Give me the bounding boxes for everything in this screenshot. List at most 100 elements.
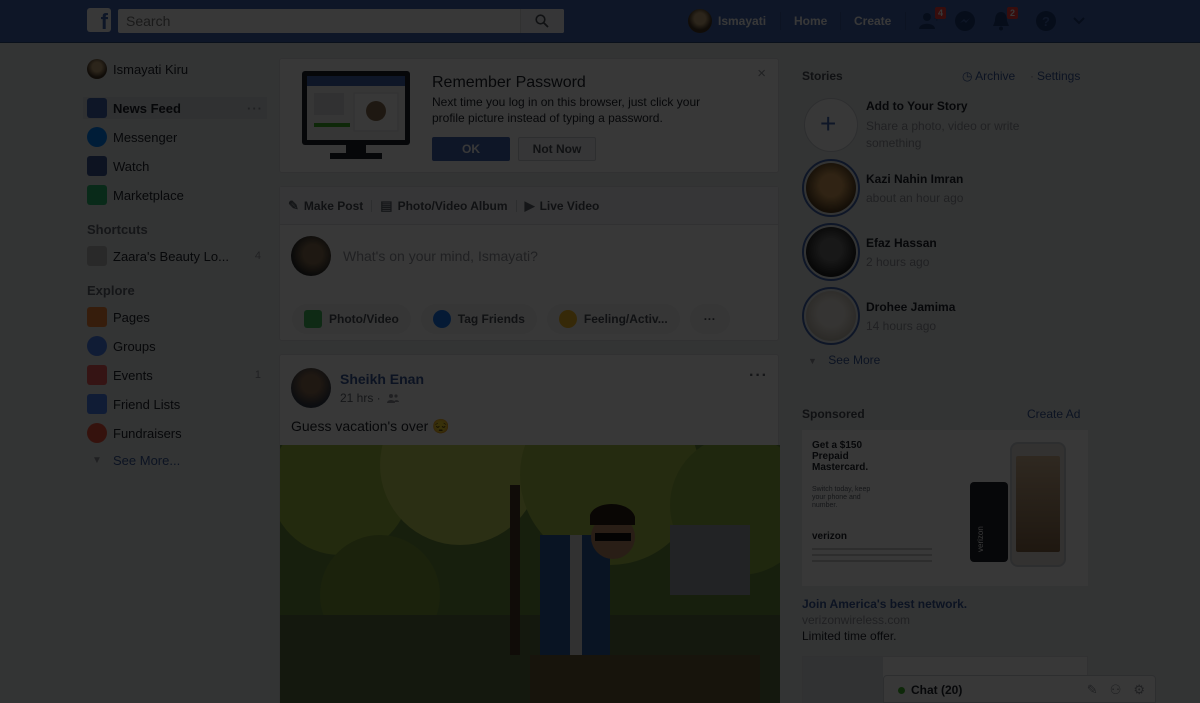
close-icon[interactable]: × [757, 65, 766, 82]
sidebar-item-label: Marketplace [113, 187, 184, 203]
sidebar-item-label: Watch [113, 158, 150, 174]
gear-icon[interactable]: ⚙ [1133, 682, 1145, 698]
add-to-story-title[interactable]: Add to Your Story [866, 99, 968, 113]
not-now-button[interactable]: Not Now [518, 137, 596, 161]
ad-headline: Get a $150 Prepaid Mastercard. [812, 440, 869, 473]
sidebar-item-groups[interactable]: Groups [87, 335, 267, 357]
smiley-icon [558, 310, 577, 328]
sidebar-item-count: 1 [254, 369, 261, 381]
sidebar-item-messenger[interactable]: Messenger [87, 126, 267, 148]
divider [840, 12, 841, 30]
ad-brand: verizon [812, 531, 848, 542]
sidebar-item-label: Groups [113, 338, 156, 354]
profile-link[interactable]: Ismayati [688, 9, 766, 33]
home-link[interactable]: Home [794, 14, 827, 28]
ad-image[interactable]: Get a $150 Prepaid Mastercard. Switch to… [802, 430, 1088, 586]
create-ad-link[interactable]: Create Ad [1027, 407, 1080, 421]
friends-audience-icon [387, 394, 400, 403]
sidebar-item-events[interactable]: Events 1 [87, 364, 267, 386]
avatar [291, 236, 331, 276]
ad-small-text: Switch today, keep your phone and number… [812, 486, 871, 509]
remember-password-card: Remember Password Next time you log in o… [279, 58, 779, 173]
chat-actions: ✎ ⚇ ⚙ [1087, 682, 1145, 698]
tab-live-video[interactable]: ▶ Live Video [525, 198, 600, 214]
post-photo[interactable] [280, 445, 780, 703]
divider [905, 12, 906, 30]
story-name[interactable]: Efaz Hassan [866, 236, 937, 250]
album-icon: ▤ [380, 197, 393, 213]
ad-text-line [812, 560, 932, 562]
post-timestamp[interactable]: 21 hrs · [340, 391, 400, 405]
more-options-icon[interactable]: ··· [247, 101, 263, 116]
events-calendar-icon [87, 365, 107, 385]
story-avatar[interactable] [802, 287, 860, 345]
sidebar-item-label: Events [113, 367, 153, 383]
more-options-button[interactable]: ··· [689, 304, 730, 334]
archive-link[interactable]: ◷ Archive [962, 69, 1015, 83]
sidebar-item-pages[interactable]: Pages [87, 306, 267, 328]
ad-text-line [812, 554, 932, 556]
sidebar-item-marketplace[interactable]: Marketplace [87, 184, 267, 206]
tag-friends-button[interactable]: Tag Friends [420, 304, 537, 334]
chevron-down-icon[interactable] [1072, 14, 1094, 36]
story-name[interactable]: Drohee Jamima [866, 300, 955, 314]
archive-clock-icon: ◷ [962, 69, 973, 83]
add-story-button[interactable]: + [804, 98, 858, 152]
avatar[interactable] [291, 368, 331, 408]
tab-photo-video-album[interactable]: ▤ Photo/Video Album [380, 198, 507, 214]
sidebar-item-fundraisers[interactable]: Fundraisers [87, 422, 267, 444]
map-thumbnail [803, 657, 883, 703]
chat-bar[interactable]: Chat (20) ✎ ⚇ ⚙ [883, 675, 1156, 703]
facebook-logo-icon[interactable]: f [87, 8, 111, 32]
sidebar-item-watch[interactable]: Watch [87, 155, 267, 177]
sidebar-profile-link[interactable]: Ismayati Kiru [87, 58, 267, 80]
news-feed-icon [87, 98, 107, 118]
notifications-badge: 2 [1006, 7, 1018, 19]
story-avatar[interactable] [802, 159, 860, 217]
sidebar-see-more[interactable]: ▼ See More... [87, 449, 267, 471]
profile-name: Ismayati [718, 14, 767, 28]
help-icon[interactable]: ? [1035, 10, 1057, 32]
see-more-label: See More... [113, 452, 181, 468]
sidebar-item-news-feed[interactable]: News Feed ··· [83, 97, 267, 119]
notifications-icon[interactable]: 2 [990, 7, 1018, 32]
post-author[interactable]: Sheikh Enan [340, 371, 424, 387]
friend-requests-badge: 4 [934, 7, 946, 19]
story-time: about an hour ago [866, 191, 964, 205]
story-avatar[interactable] [802, 223, 860, 281]
photo-video-button[interactable]: Photo/Video [292, 304, 411, 334]
post-menu-icon[interactable]: ··· [749, 367, 768, 385]
new-group-icon[interactable]: ⚇ [1110, 682, 1122, 698]
ad-domain[interactable]: verizonwireless.com [802, 613, 910, 627]
tab-label: Make Post [303, 198, 364, 213]
feed-post: Sheikh Enan 21 hrs · ··· Guess vacation'… [279, 354, 780, 703]
feeling-activity-button[interactable]: Feeling/Activ... [546, 304, 680, 334]
friend-requests-icon[interactable]: + 4 [918, 7, 946, 32]
search-bar [118, 9, 564, 33]
ad-text-line [812, 548, 932, 550]
post-composer: ✎ Make Post ▤ Photo/Video Album ▶ Live V… [279, 186, 779, 341]
sidebar-item-friend-lists[interactable]: Friend Lists [87, 393, 267, 415]
post-time-text: 21 hrs · [340, 391, 381, 405]
pill-label: Photo/Video [329, 312, 399, 326]
sidebar-item-shortcut[interactable]: Zaara's Beauty Lo... 4 [87, 245, 267, 267]
divider [780, 12, 781, 30]
messenger-icon[interactable] [954, 10, 976, 32]
search-input[interactable] [118, 9, 528, 33]
search-button[interactable] [520, 9, 564, 33]
tab-make-post[interactable]: ✎ Make Post [288, 198, 363, 214]
composer-tabs: ✎ Make Post ▤ Photo/Video Album ▶ Live V… [280, 187, 778, 225]
ad-title[interactable]: Join America's best network. [802, 597, 967, 611]
post-text: Guess vacation's over 😔 [291, 418, 450, 434]
story-name[interactable]: Kazi Nahin Imran [866, 172, 963, 186]
create-link[interactable]: Create [854, 14, 891, 28]
pages-flag-icon [87, 307, 107, 327]
new-message-icon[interactable]: ✎ [1087, 682, 1098, 698]
monitor-illustration [302, 71, 410, 159]
sidebar-item-label: News Feed [113, 100, 181, 116]
ok-button[interactable]: OK [432, 137, 510, 161]
tab-label: Live Video [539, 198, 600, 213]
settings-link[interactable]: Settings [1037, 69, 1080, 83]
whats-on-your-mind-input[interactable]: What's on your mind, Ismayati? [343, 248, 538, 264]
stories-see-more[interactable]: ▼ See More [808, 353, 880, 367]
